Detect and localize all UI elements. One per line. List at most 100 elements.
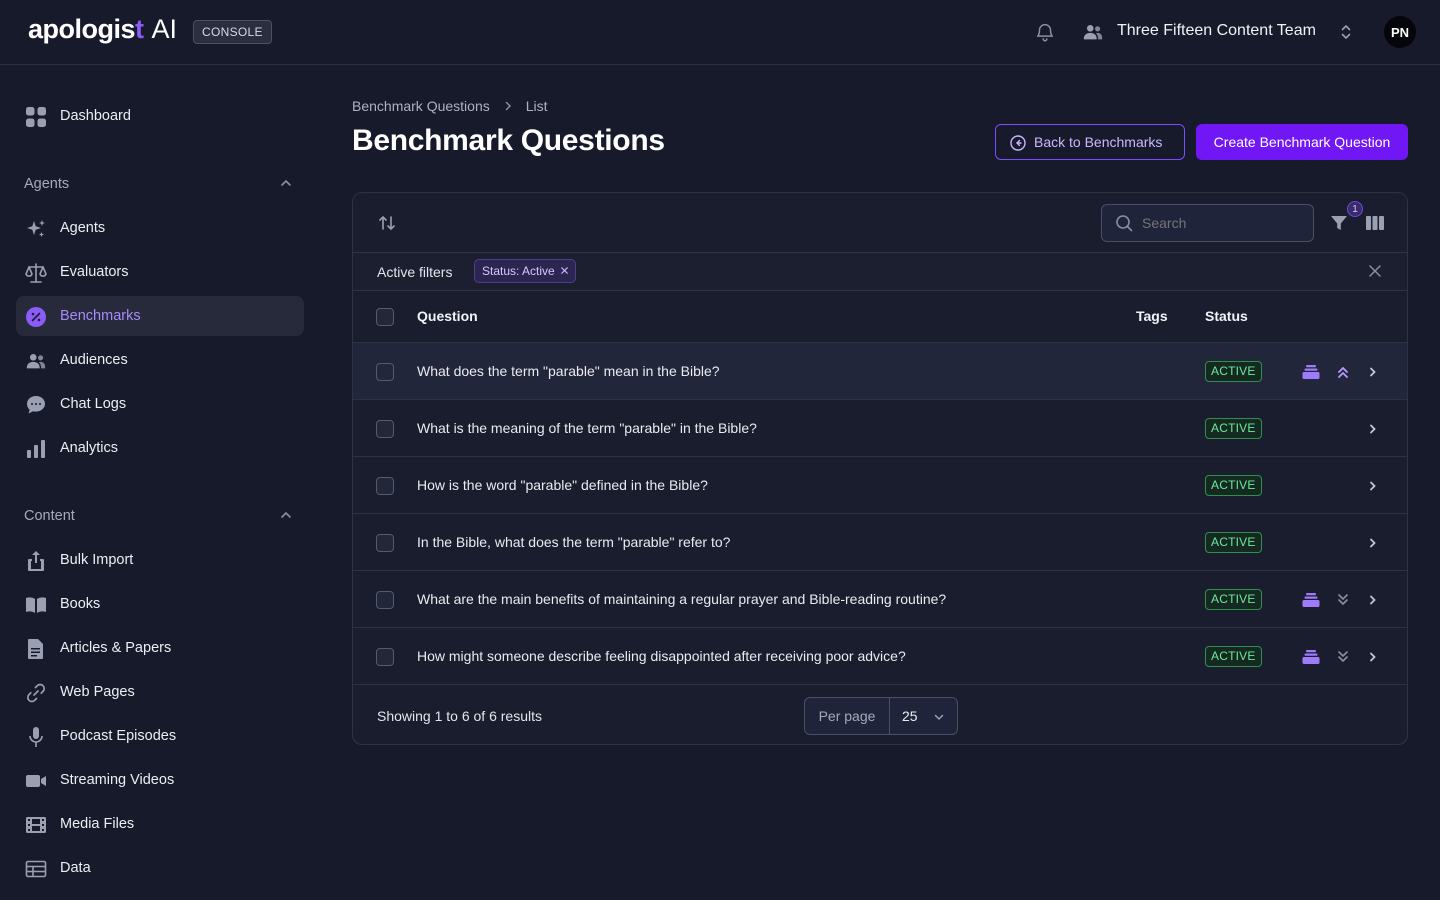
table-row[interactable]: What is the meaning of the term "parable… [353,400,1407,457]
console-badge: CONSOLE [193,20,272,44]
chevron-up-icon[interactable] [279,176,293,190]
table-row[interactable]: In the Bible, what does the term "parabl… [353,514,1407,571]
table-icon [25,860,47,878]
sidebar-item-media-files[interactable]: Media Files [16,804,304,844]
sidebar-item-data[interactable]: Data [16,848,304,888]
sidebar-item-label: Benchmarks [60,308,141,324]
chevron-right-icon[interactable] [1363,590,1383,610]
status-badge: ACTIVE [1205,646,1262,667]
sidebar-item-books[interactable]: Books [16,584,304,624]
sidebar-item-label: Podcast Episodes [60,728,177,744]
row-checkbox[interactable] [376,363,394,381]
row-checkbox[interactable] [376,591,394,609]
row-checkbox[interactable] [376,420,394,438]
filter-chip-status: Status: Active [474,259,576,283]
sidebar-item-audiences[interactable]: Audiences [16,340,304,380]
document-icon [28,639,43,659]
dashboard-icon [26,107,46,127]
select-all-checkbox[interactable] [376,308,394,326]
row-checkbox[interactable] [376,534,394,552]
back-to-benchmarks-button[interactable]: Back to Benchmarks [995,124,1185,160]
per-page-select[interactable]: Per page 25 [804,697,958,735]
chevron-right-icon[interactable] [1363,533,1383,553]
question-text: How is the word "parable" defined in the… [417,477,708,493]
per-page-value: 25 [902,708,918,724]
team-switcher[interactable]: Three Fifteen Content Team [1117,22,1316,40]
table-row[interactable]: How is the word "parable" defined in the… [353,457,1407,514]
bell-icon[interactable] [1034,21,1056,43]
column-header-question[interactable]: Question [417,308,478,324]
page-title: Benchmark Questions [352,124,665,157]
sidebar-item-label: Analytics [60,440,119,456]
logo-cross-t: t [135,14,144,44]
stack-icon[interactable] [1301,647,1321,667]
table-row[interactable]: How might someone describe feeling disap… [353,628,1407,685]
chevron-double-down-icon[interactable] [1333,590,1353,610]
chevron-up-icon[interactable] [279,508,293,522]
sidebar-item-label: Data [60,860,91,876]
column-header-tags[interactable]: Tags [1136,308,1168,324]
logo-ai: AI [151,14,178,44]
sidebar-item-label: Bulk Import [60,552,134,568]
chevron-right-icon[interactable] [1363,647,1383,667]
sidebar-item-label: Web Pages [60,684,135,700]
stack-icon[interactable] [1301,362,1321,382]
sidebar-item-label: Chat Logs [60,396,127,412]
badge-percent-icon [26,307,46,327]
chevron-updown-icon[interactable] [1339,23,1353,41]
bar-chart-icon [27,440,45,458]
link-icon [26,683,46,703]
sort-arrows-icon[interactable] [377,213,397,233]
chevron-right-icon[interactable] [1363,476,1383,496]
chevron-double-down-icon[interactable] [1333,647,1353,667]
chevron-double-up-icon[interactable] [1333,362,1353,382]
question-text: What are the main benefits of maintainin… [417,591,947,607]
sidebar-item-chat-logs[interactable]: Chat Logs [16,384,304,424]
status-badge: ACTIVE [1205,418,1262,439]
chevron-right-icon[interactable] [1363,362,1383,382]
row-checkbox[interactable] [376,477,394,495]
active-filters-label: Active filters [377,264,453,280]
stack-icon[interactable] [1301,590,1321,610]
table-footer: Showing 1 to 6 of 6 results Per page 25 [353,686,1407,744]
sidebar-item-label: Dashboard [60,108,131,124]
column-header-status[interactable]: Status [1205,308,1248,324]
row-checkbox[interactable] [376,648,394,666]
sidebar-item-dashboard[interactable]: Dashboard [16,96,304,136]
filter-count-badge: 1 [1347,201,1363,217]
create-benchmark-question-button[interactable]: Create Benchmark Question [1196,124,1408,160]
sidebar-item-analytics[interactable]: Analytics [16,428,304,468]
chevron-right-icon[interactable] [1363,419,1383,439]
per-page-label: Per page [805,698,890,734]
sidebar-item-label: Agents [60,220,106,236]
sidebar-item-streaming-videos[interactable]: Streaming Videos [16,760,304,800]
sidebar-item-benchmarks[interactable]: Benchmarks [16,296,304,336]
sidebar-item-podcast[interactable]: Podcast Episodes [16,716,304,756]
status-badge: ACTIVE [1205,532,1262,553]
breadcrumb-parent[interactable]: Benchmark Questions [352,98,490,114]
sidebar-item-evaluators[interactable]: Evaluators [16,252,304,292]
sidebar-item-label: Streaming Videos [60,772,175,788]
table-row[interactable]: What does the term "parable" mean in the… [353,343,1407,400]
back-button-label: Back to Benchmarks [1034,134,1163,150]
remove-filter-icon[interactable] [560,266,569,275]
active-filters-bar: Active filters Status: Active [353,253,1407,291]
scale-icon [25,263,47,283]
sidebar-item-bulk-import[interactable]: Bulk Import [16,540,304,580]
logo[interactable]: apologis t AI [28,14,177,45]
table-row[interactable]: What are the main benefits of maintainin… [353,571,1407,628]
group-label-content: Content [24,508,75,524]
filter-icon[interactable] [1329,213,1349,233]
top-bar: apologis t AI CONSOLE Three Fifteen Conten… [0,0,1440,65]
columns-icon[interactable] [1365,213,1385,233]
sidebar-item-articles[interactable]: Articles & Papers [16,628,304,668]
sidebar-item-label: Audiences [60,352,128,368]
sidebar-item-web-pages[interactable]: Web Pages [16,672,304,712]
avatar[interactable]: PN [1384,16,1416,48]
question-text: What is the meaning of the term "parable… [417,420,757,436]
clear-filters-icon[interactable] [1369,265,1381,277]
sidebar-item-agents[interactable]: Agents [16,208,304,248]
table-header: Question Tags Status [353,291,1407,343]
status-badge: ACTIVE [1205,475,1262,496]
sidebar-item-label: Articles & Papers [60,640,172,656]
